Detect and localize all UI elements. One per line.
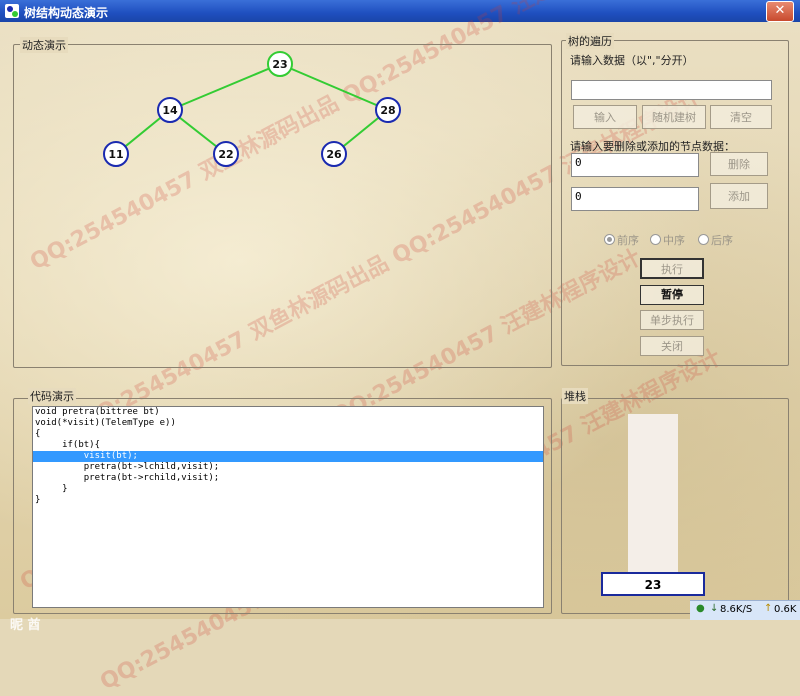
tree-node-23: 23 bbox=[267, 51, 293, 77]
tree-node-label: 26 bbox=[326, 148, 342, 161]
code-line: visit(bt); bbox=[33, 451, 543, 462]
radio-postorder-label: 后序 bbox=[711, 234, 733, 247]
radio-postorder-indicator bbox=[698, 234, 709, 245]
code-line: pretra(bt->lchild,visit); bbox=[35, 462, 220, 472]
close-button[interactable]: 关闭 bbox=[640, 336, 704, 356]
network-icon: ● bbox=[696, 603, 705, 614]
upload-arrow-icon: ↑ bbox=[764, 603, 773, 614]
execute-button[interactable]: 执行 bbox=[640, 258, 704, 279]
tree-node-label: 22 bbox=[218, 148, 233, 161]
code-line: pretra(bt->rchild,visit); bbox=[35, 473, 220, 483]
tree-node-14: 14 bbox=[157, 97, 183, 123]
tree-node-label: 14 bbox=[162, 104, 178, 117]
tree-node-label: 28 bbox=[380, 104, 395, 117]
stack-panel bbox=[628, 414, 678, 594]
stack-top-item: 23 bbox=[601, 572, 705, 596]
download-arrow-icon: ↓ bbox=[710, 603, 719, 614]
radio-postorder[interactable]: 后序 bbox=[698, 232, 733, 248]
clear-button[interactable]: 清空 bbox=[710, 105, 772, 129]
radio-preorder[interactable]: 前序 bbox=[604, 232, 639, 248]
step-execute-button[interactable]: 单步执行 bbox=[640, 310, 704, 330]
delete-button[interactable]: 删除 bbox=[710, 152, 768, 176]
radio-preorder-label: 前序 bbox=[617, 234, 639, 247]
add-button[interactable]: 添加 bbox=[710, 183, 768, 209]
data-input-field[interactable] bbox=[571, 80, 772, 100]
code-line: void pretra(bittree bt) bbox=[35, 407, 160, 417]
app-icon bbox=[5, 4, 19, 18]
overlay-text: 昵 酋 bbox=[10, 618, 41, 633]
stack-group-label: 堆栈 bbox=[562, 388, 588, 404]
traversal-group-label: 树的遍历 bbox=[566, 33, 614, 49]
tree-node-28: 28 bbox=[375, 97, 401, 123]
data-input-prompt: 请输入数据（以","分开） bbox=[570, 54, 694, 67]
delete-node-field[interactable]: 0 bbox=[571, 153, 699, 177]
pause-button[interactable]: 暂停 bbox=[640, 285, 704, 305]
input-button[interactable]: 输入 bbox=[573, 105, 637, 129]
code-line: void(*visit)(TelemType e)) bbox=[35, 418, 176, 428]
code-line: } bbox=[35, 484, 68, 494]
download-speed: 8.6K/S bbox=[720, 604, 753, 615]
radio-inorder-indicator bbox=[650, 234, 661, 245]
tree-canvas: 23 14 28 11 22 26 bbox=[103, 51, 401, 167]
add-node-field[interactable]: 0 bbox=[571, 187, 699, 211]
tree-node-label: 23 bbox=[272, 58, 287, 71]
radio-inorder-label: 中序 bbox=[663, 234, 685, 247]
code-line: { bbox=[35, 429, 41, 439]
taskbar-tray: ● ↓ 8.6K/S ↑ 0.6K bbox=[690, 600, 800, 620]
tree-node-22: 22 bbox=[213, 141, 239, 167]
radio-inorder[interactable]: 中序 bbox=[650, 232, 685, 248]
code-line: } bbox=[35, 495, 41, 505]
close-window-button[interactable]: ✕ bbox=[766, 1, 794, 22]
tree-edge bbox=[169, 63, 281, 111]
main-client-area: QQ:254540457 双鱼林源码出品 QQ:254540457 汪建林程序设… bbox=[0, 0, 800, 695]
tree-node-26: 26 bbox=[321, 141, 347, 167]
random-build-button[interactable]: 随机建树 bbox=[642, 105, 706, 129]
window-title: 树结构动态演示 bbox=[24, 6, 109, 20]
title-bar: 树结构动态演示 ✕ bbox=[0, 0, 800, 22]
radio-preorder-indicator bbox=[604, 234, 615, 245]
code-listing[interactable]: void pretra(bittree bt) void(*visit)(Tele… bbox=[32, 406, 544, 608]
code-group-label: 代码演示 bbox=[28, 388, 76, 404]
code-line: if(bt){ bbox=[35, 440, 101, 450]
tree-node-11: 11 bbox=[103, 141, 129, 167]
upload-speed: 0.6K bbox=[774, 604, 797, 615]
tree-edge bbox=[279, 63, 389, 111]
tree-node-label: 11 bbox=[108, 148, 123, 161]
